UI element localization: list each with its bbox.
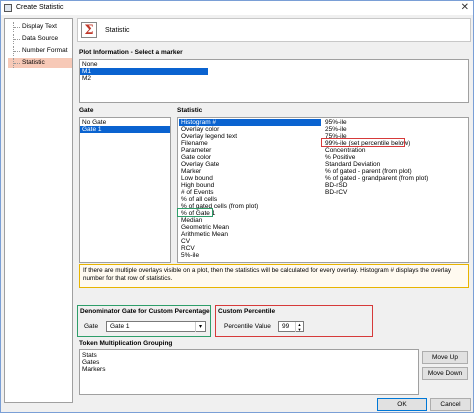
denominator-gate-label: Gate [84,323,99,330]
plot-info-list[interactable]: None M1 M2 [79,59,469,103]
list-item[interactable]: Gates [80,359,418,366]
list-item-selected[interactable]: Gate 1 [80,126,170,133]
list-item[interactable]: CV [179,238,321,245]
list-item[interactable]: BD-rCV [323,189,469,196]
nav-tree: Display Text Data Source Number Format S… [4,18,73,403]
move-up-button[interactable]: Move Up [422,351,468,364]
nav-item-statistic[interactable]: Statistic [8,58,72,68]
nav-item-display-text[interactable]: Display Text [8,22,72,32]
app-icon [4,4,12,12]
custom-percentile-group: Custom Percentile Percentile Value 99 ▲ … [215,305,373,337]
list-item[interactable]: 99%-ile (set percentile below) [323,140,469,147]
nav-item-data-source[interactable]: Data Source [8,34,72,44]
list-item[interactable]: 25%-ile [323,126,469,133]
statistic-label: Statistic [177,107,203,114]
plot-info-label: Plot Information - Select a marker [79,49,183,56]
list-item[interactable]: Stats [80,352,418,359]
list-item[interactable]: Overlay Gate [179,161,321,168]
statistic-column-2: 95%-ile 25%-ile 75%-ile 99%-ile (set percen… [323,119,469,196]
list-item[interactable]: 95%-ile [323,119,469,126]
custom-percentile-title: Custom Percentile [218,308,276,315]
list-item[interactable]: Overlay legend text [179,133,321,140]
token-label: Token Multiplication Grouping [79,340,173,347]
list-item[interactable]: Marker [179,168,321,175]
cancel-button[interactable]: Cancel [430,398,471,411]
nav-item-label: Statistic [22,59,45,66]
list-item[interactable]: % of gated - grandparent (from plot) [323,175,469,182]
close-icon[interactable]: ✕ [461,2,469,13]
list-item[interactable]: M2 [80,75,468,82]
page-header: Σ Statistic [77,18,471,42]
percentile-value-label: Percentile Value [224,323,271,330]
list-item[interactable]: RCV [179,245,321,252]
list-item[interactable]: Gate color [179,154,321,161]
list-item[interactable]: Arithmetic Mean [179,231,321,238]
list-item[interactable]: Concentration [323,147,469,154]
ok-button[interactable]: OK [377,398,427,411]
denominator-gate-select[interactable]: Gate 1 ▾ [106,321,206,332]
tree-connector-icon [13,34,21,44]
window-title: Create Statistic [16,4,64,11]
nav-item-label: Number Format [22,47,68,54]
list-item[interactable]: % of all cells [179,196,321,203]
nav-item-label: Display Text [22,23,57,30]
list-item[interactable]: % of Gate 1 [179,210,321,217]
list-item[interactable]: % Positive [323,154,469,161]
list-item[interactable]: No Gate [80,119,170,126]
create-statistic-dialog: Create Statistic ✕ Display Text Data Sou… [0,0,474,413]
denominator-group: Denominator Gate for Custom Percentage G… [77,305,211,337]
chevron-down-icon[interactable]: ▾ [195,322,205,332]
gate-label: Gate [79,107,94,114]
tree-connector-icon [13,22,21,32]
statistic-list[interactable]: Histogram # Overlay color Overlay legend t… [177,117,469,263]
list-item-selected[interactable]: Histogram # [179,119,321,126]
list-item-selected[interactable]: M1 [80,68,208,75]
list-item[interactable]: Parameter [179,147,321,154]
move-down-button[interactable]: Move Down [422,367,468,380]
list-item[interactable]: None [80,61,468,68]
title-bar: Create Statistic ✕ [1,1,473,15]
sigma-icon: Σ [81,22,97,38]
stepper-down-icon[interactable]: ▼ [296,327,303,332]
tree-connector-icon [13,46,21,56]
list-item[interactable]: Standard Deviation [323,161,469,168]
gate-list[interactable]: No Gate Gate 1 [79,117,171,263]
list-item[interactable]: % of gated - parent (from plot) [323,168,469,175]
list-item[interactable]: # of Events [179,189,321,196]
info-note: If there are multiple overlays visible o… [79,264,469,288]
list-item[interactable]: Filename [179,140,321,147]
list-item[interactable]: High bound [179,182,321,189]
denominator-title: Denominator Gate for Custom Percentage [80,308,210,315]
list-item[interactable]: 5%-ile [179,252,321,259]
token-list[interactable]: Stats Gates Markers [79,349,419,395]
stepper-buttons[interactable]: ▲ ▼ [295,322,303,332]
list-item[interactable]: Median [179,217,321,224]
statistic-column-1: Histogram # Overlay color Overlay legend t… [179,119,321,259]
list-item[interactable]: BD-rSD [323,182,469,189]
nav-item-number-format[interactable]: Number Format [8,46,72,56]
list-item[interactable]: Markers [80,366,418,373]
percentile-value-stepper[interactable]: 99 ▲ ▼ [278,321,304,332]
list-item[interactable]: Overlay color [179,126,321,133]
list-item[interactable]: Low bound [179,175,321,182]
nav-item-label: Data Source [22,35,59,42]
tree-connector-icon [13,58,21,68]
percentile-value: 99 [282,323,290,330]
list-item[interactable]: Geometric Mean [179,224,321,231]
list-item[interactable]: % of gated cells (from plot) [179,203,321,210]
denominator-gate-value: Gate 1 [110,323,130,330]
page-title: Statistic [105,27,130,34]
list-item[interactable]: 75%-ile [323,133,469,140]
